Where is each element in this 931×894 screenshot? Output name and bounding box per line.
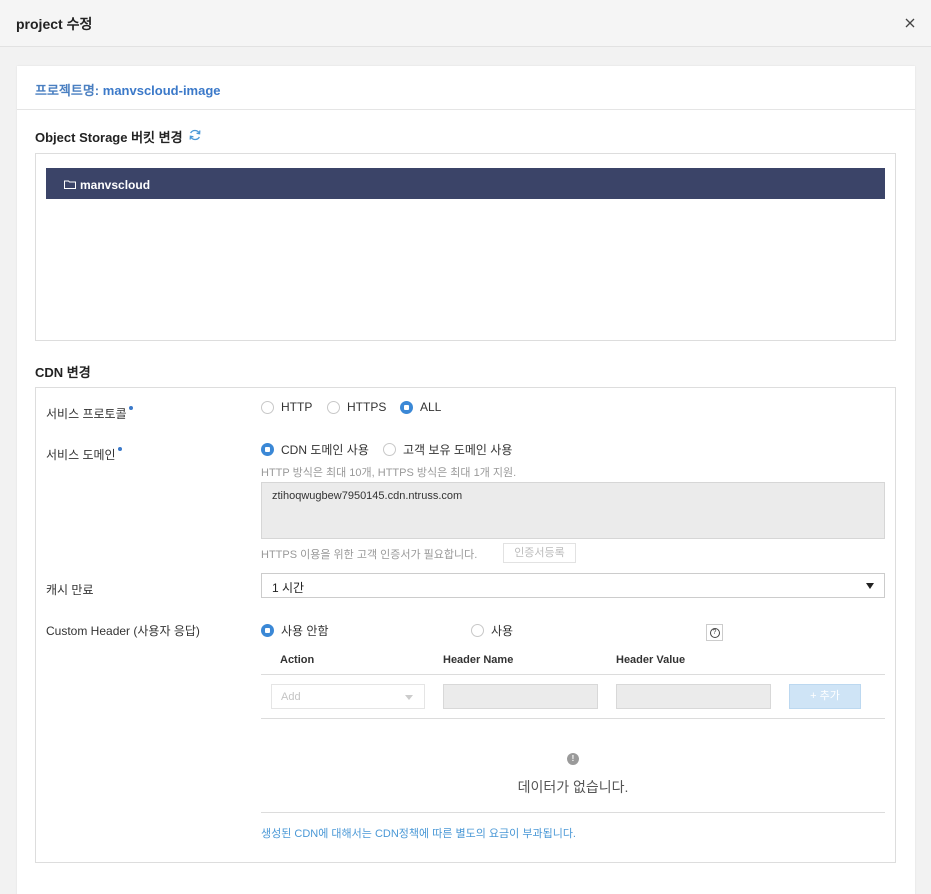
protocol-label: 서비스 프로토콜 xyxy=(46,405,133,422)
radio-circle-icon xyxy=(327,400,340,414)
radio-custom-domain[interactable]: 고객 보유 도메인 사용 xyxy=(383,441,512,458)
radio-all[interactable]: ALL xyxy=(400,400,441,414)
project-name-label: 프로젝트명: xyxy=(35,83,100,98)
cache-select[interactable]: 1 시간 xyxy=(261,573,885,598)
bucket-list: manvscloud xyxy=(35,153,896,341)
cdn-section-title: CDN 변경 xyxy=(35,365,91,380)
table-divider xyxy=(261,812,885,813)
close-icon[interactable] xyxy=(903,16,917,30)
bucket-name: manvscloud xyxy=(80,178,151,192)
radio-circle-icon xyxy=(400,400,413,414)
radio-circle-icon xyxy=(261,400,274,414)
modal-header: project 수정 xyxy=(0,0,931,47)
cache-label: 캐시 만료 xyxy=(46,583,94,597)
radio-https[interactable]: HTTPS xyxy=(327,400,386,414)
radio-circle-icon xyxy=(261,624,274,637)
radio-circle-icon xyxy=(383,443,396,456)
cache-value: 1 시간 xyxy=(272,581,305,595)
divider xyxy=(17,109,915,110)
info-icon: ! xyxy=(567,753,579,765)
bucket-item[interactable]: manvscloud xyxy=(46,168,885,199)
add-header-button[interactable]: + 추가 xyxy=(789,684,861,709)
column-action: Action xyxy=(280,654,315,666)
project-name-value: manvscloud-image xyxy=(102,83,221,98)
cert-hint: HTTPS 이용을 위한 고객 인증서가 필요합니다. xyxy=(261,549,478,561)
radio-header-off[interactable]: 사용 안함 xyxy=(261,622,329,639)
radio-circle-icon xyxy=(261,443,274,456)
domain-hint: HTTP 방식은 최대 10개, HTTPS 방식은 최대 1개 지원. xyxy=(261,467,517,479)
custom-header-label: Custom Header (사용자 응답) xyxy=(46,624,200,638)
modal-title: project 수정 xyxy=(16,16,93,32)
domain-textarea[interactable]: ztihoqwugbew7950145.cdn.ntruss.com xyxy=(261,482,885,539)
radio-cdn-domain[interactable]: CDN 도메인 사용 xyxy=(261,441,369,458)
caret-down-icon xyxy=(866,583,874,589)
table-divider xyxy=(261,718,885,719)
action-select[interactable]: Add xyxy=(271,684,425,709)
required-dot-icon xyxy=(128,406,133,410)
header-value-input[interactable] xyxy=(616,684,771,709)
action-placeholder: Add xyxy=(281,691,301,703)
table-divider xyxy=(261,674,885,675)
cert-register-button[interactable]: 인증서등록 xyxy=(503,543,576,563)
column-header-name: Header Name xyxy=(443,654,514,666)
caret-down-icon xyxy=(405,695,413,700)
project-edit-panel: 프로젝트명: manvscloud-image Object Storage 버… xyxy=(17,66,915,894)
folder-icon xyxy=(64,180,76,189)
radio-http[interactable]: HTTP xyxy=(261,400,312,414)
cdn-fee-notice: 생성된 CDN에 대해서는 CDN정책에 따른 별도의 요금이 부과됩니다. xyxy=(261,828,576,840)
header-name-input[interactable] xyxy=(443,684,598,709)
domain-label: 서비스 도메인 xyxy=(46,446,122,463)
project-name: 프로젝트명: manvscloud-image xyxy=(35,80,221,99)
cdn-form: 서비스 프로토콜 HTTP HTTPS ALL 서비스 도메인 CDN 도메인 … xyxy=(35,387,896,863)
help-icon[interactable]: ? xyxy=(706,624,723,641)
empty-message: 데이터가 없습니다. xyxy=(517,779,629,795)
required-dot-icon xyxy=(117,447,122,451)
radio-header-on[interactable]: 사용 xyxy=(471,622,513,639)
storage-section-title: Object Storage 버킷 변경 xyxy=(35,130,183,145)
refresh-icon[interactable] xyxy=(188,128,202,142)
radio-circle-icon xyxy=(471,624,484,637)
column-header-value: Header Value xyxy=(616,654,686,666)
